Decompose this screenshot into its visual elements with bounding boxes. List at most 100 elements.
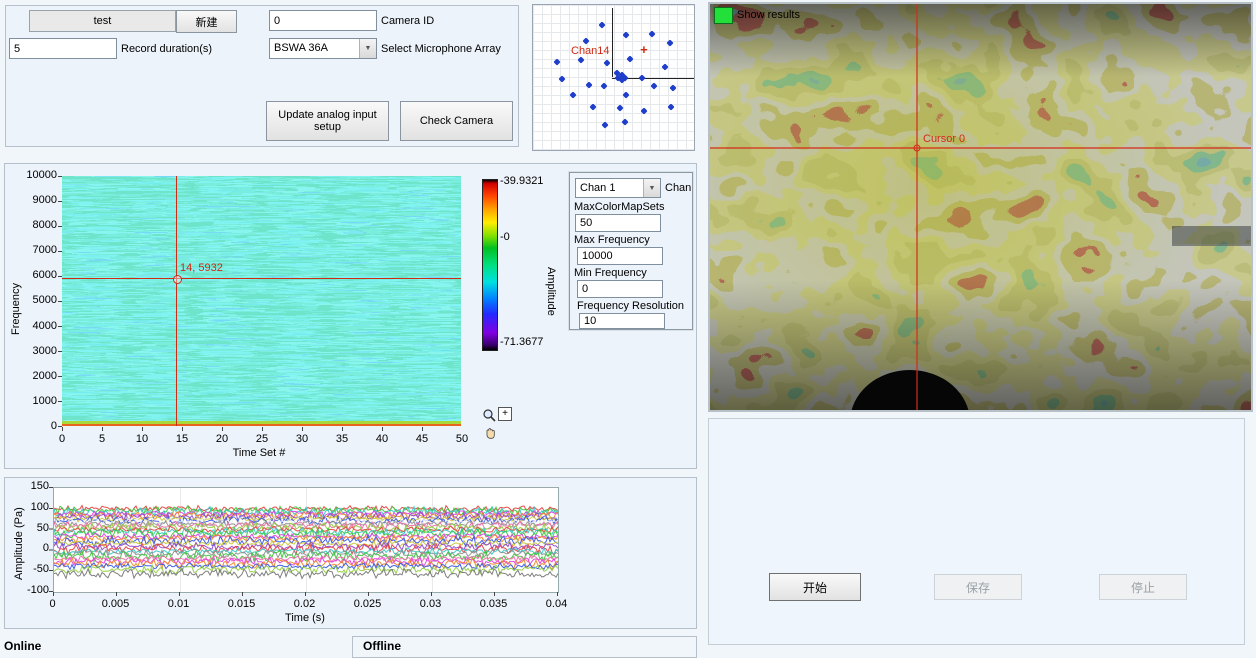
- tick-label: 0: [21, 598, 84, 610]
- max-frequency-input[interactable]: [577, 247, 663, 265]
- maxcolormapsets-input[interactable]: [575, 214, 661, 232]
- mic-position-dot: [649, 30, 656, 37]
- colorbar-axis-label: Amplitude: [544, 236, 557, 346]
- tick-label: 6000: [33, 270, 57, 281]
- tick-label: 35: [322, 433, 362, 445]
- mic-position-dot: [586, 81, 593, 88]
- mic-position-dot: [661, 64, 668, 71]
- save-button[interactable]: 保存: [934, 574, 1022, 600]
- online-status-label: Online: [4, 640, 41, 653]
- tick-label: 25: [242, 433, 282, 445]
- start-button[interactable]: 开始: [769, 573, 861, 601]
- tick-label: 0.005: [84, 598, 147, 610]
- mic-position-dot: [670, 84, 677, 91]
- mic-position-dot: [639, 74, 646, 81]
- actions-panel: 开始 保存 停止: [708, 418, 1245, 645]
- chevron-down-icon[interactable]: ▼: [643, 179, 660, 197]
- spectrogram-cursor-readout: 14, 5932: [180, 262, 223, 275]
- waveform-xlabel: Time (s): [225, 612, 385, 625]
- config-panel: test 新建 Record duration(s) Camera ID BSW…: [5, 5, 519, 147]
- tick-label: -100: [27, 585, 49, 596]
- tick-label: 10: [122, 433, 162, 445]
- record-duration-label: Record duration(s): [121, 43, 212, 56]
- tick-label: 20: [202, 433, 242, 445]
- mic-position-dot: [604, 59, 611, 66]
- tick-label: 8000: [33, 220, 57, 231]
- waveform-ytick-labels: 150100500-50-100: [19, 481, 49, 596]
- tick-label: 0.02: [273, 598, 336, 610]
- new-button[interactable]: 新建: [176, 10, 237, 33]
- colorbar-min-label: -71.3677: [500, 336, 543, 349]
- camera-id-input[interactable]: [269, 10, 377, 31]
- stop-button[interactable]: 停止: [1099, 574, 1187, 600]
- tick-label: 10000: [26, 170, 57, 181]
- mic-array-plot: Chan14 +: [532, 4, 695, 151]
- pan-hand-tool-icon[interactable]: [483, 426, 498, 444]
- tick-label: 45: [402, 433, 442, 445]
- spectrogram-cursor-center[interactable]: [173, 275, 182, 284]
- max-frequency-label: Max Frequency: [574, 234, 650, 247]
- tick-label: 7000: [33, 245, 57, 256]
- chevron-down-icon[interactable]: ▼: [359, 39, 376, 58]
- mic-position-dot: [626, 55, 633, 62]
- spectrogram-cursor-vline[interactable]: [176, 176, 177, 426]
- spectrogram-panel: Frequency 100009000800070006000500040003…: [4, 163, 697, 469]
- spectrogram-cursor-hline[interactable]: [62, 278, 461, 279]
- record-duration-input[interactable]: [9, 38, 117, 59]
- spectrogram-image: [62, 176, 461, 426]
- mic-position-dot: [589, 103, 596, 110]
- mic-position-dot: [668, 103, 675, 110]
- mic-position-dot: [623, 32, 630, 39]
- mic-position-dot: [602, 122, 609, 129]
- check-camera-button[interactable]: Check Camera: [400, 101, 513, 141]
- min-frequency-label: Min Frequency: [574, 267, 647, 280]
- spectrogram-xtick-marks: [62, 427, 462, 431]
- waveform-channel-trace: [54, 543, 558, 554]
- mic-array-select[interactable]: BSWA 36A ▼: [269, 38, 377, 59]
- tick-label: -50: [33, 564, 49, 575]
- spectrogram-ylabel: Frequency: [10, 254, 23, 364]
- mic-position-dot: [583, 38, 590, 45]
- waveform-panel: Amplitude (Pa) 150100500-50-100 00.0050.…: [4, 477, 697, 629]
- zoom-in-tool-icon[interactable]: +: [498, 407, 512, 421]
- spectrogram-colorbar: [482, 179, 498, 351]
- mic-position-dot: [600, 83, 607, 90]
- zoom-tool-icon[interactable]: [482, 408, 497, 426]
- maxcolormapsets-label: MaxColorMapSets: [574, 201, 664, 214]
- chan14-cursor-label: Chan14: [571, 45, 610, 58]
- update-analog-input-button[interactable]: Update analog input setup: [266, 101, 389, 141]
- tick-label: 30: [282, 433, 322, 445]
- show-results-checkbox[interactable]: [714, 7, 733, 24]
- acoustic-camera-app: { "config": { "test_value": "test", "new…: [0, 0, 1256, 658]
- camera-view[interactable]: Cursor 0 Show results: [708, 2, 1253, 412]
- test-name-field[interactable]: test: [29, 10, 176, 32]
- mic-position-dot: [599, 22, 606, 29]
- min-frequency-input[interactable]: [577, 280, 663, 298]
- offline-status-label: Offline: [363, 640, 401, 653]
- tick-label: 0.04: [525, 598, 588, 610]
- tick-label: 3000: [33, 346, 57, 357]
- waveform-xtick-labels: 00.0050.010.0150.020.0250.030.0350.04: [21, 598, 588, 610]
- chan-settings-box: Chan 1 ▼ Chan MaxColorMapSets Max Freque…: [569, 172, 693, 330]
- spectrogram-plot[interactable]: 14, 5932: [62, 176, 461, 426]
- tick-label: 50: [37, 523, 49, 534]
- tick-label: 0.035: [462, 598, 525, 610]
- chan-select[interactable]: Chan 1 ▼: [575, 178, 661, 198]
- tick-label: 40: [362, 433, 402, 445]
- tick-label: 100: [31, 502, 49, 513]
- mic-position-dot: [666, 39, 673, 46]
- mic-position-dot: [641, 107, 648, 114]
- mic-array-value: BSWA 36A: [270, 39, 359, 58]
- mic-array-label: Select Microphone Array: [381, 43, 501, 56]
- mic-position-dot: [554, 58, 561, 65]
- acoustic-heatmap-overlay: [710, 4, 1251, 410]
- chan14-cursor-marker: +: [640, 43, 648, 56]
- mic-position-dot: [650, 83, 657, 90]
- colorbar-max-label: -39.9321: [500, 175, 543, 188]
- waveform-plot-svg: [54, 488, 558, 592]
- tick-label: 9000: [33, 195, 57, 206]
- tick-label: 0.03: [399, 598, 462, 610]
- frequency-resolution-input[interactable]: [579, 313, 665, 329]
- waveform-plot[interactable]: [53, 487, 559, 593]
- offline-status-bar: Offline: [352, 636, 697, 658]
